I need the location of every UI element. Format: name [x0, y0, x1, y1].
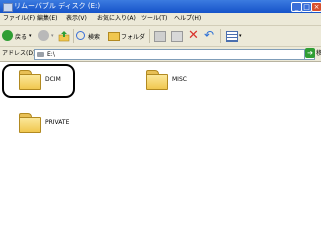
search-icon [76, 31, 85, 40]
file-view: DCIM MISC PRIVATE [0, 62, 321, 250]
menu-edit[interactable]: 編集(E) [37, 13, 57, 25]
toolbar-separator [220, 29, 221, 43]
menu-bar: ファイル(F) 編集(E) 表示(V) お気に入り(A) ツール(T) ヘルプ(… [0, 13, 321, 36]
forward-button[interactable] [38, 30, 49, 41]
delete-icon[interactable]: ✕ [188, 28, 199, 43]
explorer-window: リムーバブル ディスク (E:) _ □ × ファイル(F) 編集(E) 表示(… [0, 0, 321, 250]
address-value: E:\ [47, 51, 55, 58]
search-button[interactable]: 検索 [76, 29, 106, 43]
go-arrow-icon: ➔ [305, 48, 315, 58]
folders-icon [108, 32, 120, 41]
address-input[interactable]: E:\ [34, 49, 305, 60]
folder-label: PRIVATE [45, 119, 70, 126]
menu-help[interactable]: ヘルプ(H) [174, 13, 201, 25]
copy-to-icon[interactable] [171, 31, 183, 42]
go-button[interactable]: ➔ 移動 [305, 48, 321, 60]
back-dropdown-icon[interactable]: ▾ [29, 33, 32, 39]
menu-view[interactable]: 表示(V) [66, 13, 87, 25]
folder-icon [146, 70, 168, 90]
folder-item-private[interactable]: PRIVATE [19, 113, 89, 137]
window-title: リムーバブル ディスク (E:) [14, 2, 101, 10]
folder-icon [19, 113, 41, 133]
undo-icon[interactable]: ↶ [204, 28, 214, 42]
search-label: 検索 [88, 34, 101, 41]
title-bar[interactable]: リムーバブル ディスク (E:) _ □ × [0, 0, 321, 13]
highlight-circle [2, 64, 75, 98]
folder-label: MISC [172, 76, 187, 83]
folder-item-misc[interactable]: MISC [146, 70, 206, 94]
close-button[interactable]: × [311, 2, 321, 12]
toolbar: 戻る ▾ ▾ 検索 フォルダ ✕ ↶ ▾ [0, 26, 321, 47]
views-dropdown-icon[interactable]: ▾ [239, 33, 242, 39]
menu-file[interactable]: ファイル(F) [3, 13, 35, 25]
folders-label: フォルダ [121, 34, 146, 41]
up-folder-icon[interactable] [58, 30, 70, 42]
drive-icon [3, 3, 13, 12]
go-label: 移動 [316, 50, 321, 57]
move-to-icon[interactable] [154, 31, 166, 42]
back-arrow-icon [2, 30, 13, 41]
toolbar-separator [149, 29, 150, 43]
drive-icon [37, 52, 44, 57]
toolbar-separator [73, 29, 74, 43]
views-icon[interactable] [226, 31, 238, 42]
address-bar: アドレス(D) E:\ ▾ ➔ 移動 [0, 47, 321, 62]
menu-tools[interactable]: ツール(T) [141, 13, 167, 25]
back-label: 戻る [15, 34, 28, 41]
address-label: アドレス(D) [2, 50, 36, 57]
forward-dropdown-icon[interactable]: ▾ [51, 33, 54, 39]
menu-favorites[interactable]: お気に入り(A) [97, 13, 136, 25]
folders-button[interactable]: フォルダ [108, 29, 146, 43]
